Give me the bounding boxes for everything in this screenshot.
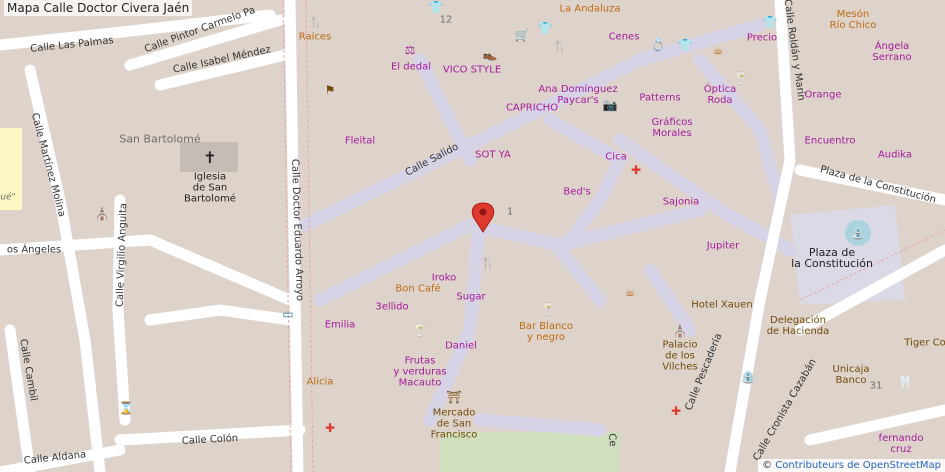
sewing-icon[interactable]: ⚖ <box>405 44 416 56</box>
poi-capricho: CAPRICHO <box>505 102 559 114</box>
poi-frutas: Frutas y verduras Macauto <box>393 355 447 389</box>
bar-icon[interactable]: 🍸 <box>413 324 428 336</box>
cafe-icon[interactable]: ☕ <box>713 44 724 56</box>
street-angeles: os Ángeles <box>6 244 62 256</box>
poi-3ellido: 3ellido <box>375 301 409 313</box>
poi-fernando: fernando cruz <box>878 433 924 455</box>
poi-delegacion: Delegación de Hacienda <box>766 315 830 337</box>
poi-alicia: Alicia <box>306 376 334 388</box>
poi-bon-cafe: Bon Café <box>395 283 441 295</box>
clothes-icon[interactable]: 👕 <box>763 16 778 28</box>
house-number-12: 12 <box>439 14 453 26</box>
photo-icon[interactable]: 📷 <box>603 99 618 111</box>
poi-raices: Raíces <box>298 31 332 43</box>
place-plaza-constitucion: Plaza de la Constitución <box>791 246 873 270</box>
place-iglesia: Iglesia de San Bartolomé <box>184 171 236 205</box>
poi-sugar: Sugar <box>456 291 486 303</box>
poi-palacio: Palacio de los Vilches <box>662 339 698 373</box>
poi-cenes: Cenes <box>608 31 640 43</box>
poi-mercado: Mercado de San Francisco <box>430 407 478 441</box>
map-canvas[interactable]: Mapa Calle Doctor Civera Jaén Calle Las … <box>0 0 945 472</box>
poi-beds: Bed's <box>563 186 591 198</box>
poi-tiger: Tiger Co <box>904 337 945 349</box>
bar-icon[interactable]: 🍸 <box>734 72 749 84</box>
clothes-icon[interactable]: 👕 <box>538 22 553 34</box>
pharmacy-icon[interactable]: ✚ <box>671 405 681 417</box>
poi-meson-rio-chico: Mesón Río Chico <box>829 9 877 31</box>
clothes-icon[interactable]: 👕 <box>678 39 693 51</box>
poi-fleital: Fleital <box>344 135 376 147</box>
poi-patterns: Patterns <box>639 92 681 104</box>
poi-unicaja: Unicaja Banco <box>832 364 870 386</box>
fountain-icon: ⛲ <box>850 226 866 240</box>
poi-jupiter: Jupiter <box>706 240 740 252</box>
bus-stop-icon[interactable]: ▭ <box>282 308 293 320</box>
poi-sot-ya: SOT YA <box>475 149 511 161</box>
poi-encuentro: Encuentro <box>804 135 856 147</box>
poi-iroko: Iroko <box>431 272 457 284</box>
osm-link[interactable]: Contributeurs de OpenStreetMap <box>775 460 941 471</box>
marketplace-icon: ⛩ <box>446 390 462 404</box>
poi-la-andaluza: La Andaluza <box>559 3 621 15</box>
poi-vico-style: VICO STYLE <box>442 64 502 76</box>
poi-bar-blanco: Bar Blanco y negro <box>519 321 573 343</box>
street-ce: Ce <box>605 432 619 448</box>
poi-hotel-xauen: Hotel Xauen <box>691 299 753 311</box>
shoe-icon[interactable]: 👞 <box>483 48 498 60</box>
poi-daniel: Daniel <box>445 340 477 352</box>
jewelry-icon[interactable]: 💍 <box>651 39 666 51</box>
restaurant-icon[interactable]: 🍴 <box>309 16 324 28</box>
poi-audika: Audika <box>877 149 913 161</box>
museum-icon: ⛪ <box>672 324 688 338</box>
restaurant-icon[interactable]: 🍴 <box>481 257 496 269</box>
place-san-bartolome: San Bartolomé <box>119 132 201 146</box>
house-number-31: 31 <box>869 380 883 392</box>
poi-optica-roda: Óptica Roda <box>703 84 737 106</box>
poi-emilia: Emilia <box>324 319 356 331</box>
church-icon: ✝ <box>203 148 217 167</box>
museum-icon: ⛪ <box>94 207 110 221</box>
pharmacy-icon[interactable]: ✚ <box>325 422 335 434</box>
attribution: © Contributeurs de OpenStreetMap <box>758 459 945 472</box>
pharmacy-icon[interactable]: ✚ <box>631 164 641 176</box>
poi-cica: Cica <box>605 151 627 163</box>
clothes-icon[interactable]: 👕 <box>429 1 444 13</box>
bar-icon[interactable]: 🍸 <box>541 303 556 315</box>
restaurant-icon[interactable]: 🍴 <box>553 40 568 52</box>
house-number-1: 1 <box>506 206 514 218</box>
hourglass-icon: ⌛ <box>118 401 134 415</box>
poi-graficos-morales: Gráficos Morales <box>651 117 693 139</box>
viewpoint-icon: ⚑ <box>324 83 336 97</box>
poi-angela-serrano: Ángela Serrano <box>872 41 912 63</box>
school-label-fragment: ué" <box>0 192 16 203</box>
basket-icon[interactable]: 🛒 <box>515 29 530 41</box>
cafe-icon[interactable]: ☕ <box>625 286 636 298</box>
dentist-icon[interactable]: 🦷 <box>898 376 913 388</box>
poi-sajonia: Sajonia <box>662 196 700 208</box>
poi-el-dedal: El dedal <box>390 61 432 73</box>
fountain-icon: ⛲ <box>740 370 756 384</box>
poi-precio: Precio <box>746 32 778 44</box>
poi-orange: Orange <box>804 89 842 101</box>
attribution-prefix: © <box>762 460 776 471</box>
map-title: Mapa Calle Doctor Civera Jaén <box>4 0 193 16</box>
